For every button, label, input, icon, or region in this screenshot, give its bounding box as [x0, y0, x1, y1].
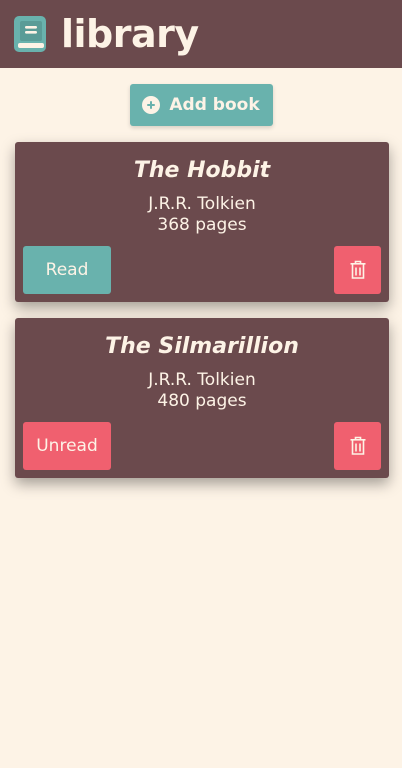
book-title: The Hobbit: [133, 158, 271, 183]
book-icon: [14, 16, 46, 52]
add-book-button[interactable]: Add book: [129, 84, 273, 126]
trash-icon: [350, 436, 365, 455]
trash-icon: [350, 260, 365, 279]
app-header: library: [0, 0, 402, 68]
book-card: The Hobbit J.R.R. Tolkien 368 pages Read: [15, 142, 389, 302]
plus-circle-icon: [142, 96, 161, 114]
delete-book-button[interactable]: [334, 246, 381, 294]
book-card: The Silmarillion J.R.R. Tolkien 480 page…: [15, 318, 389, 478]
book-author: J.R.R. Tolkien: [148, 194, 256, 214]
book-author: J.R.R. Tolkien: [148, 370, 256, 390]
delete-book-button[interactable]: [334, 422, 381, 470]
add-book-label: Add book: [169, 95, 260, 115]
read-status-button[interactable]: Unread: [23, 422, 111, 470]
book-title: The Silmarillion: [105, 334, 299, 359]
book-list: The Hobbit J.R.R. Tolkien 368 pages Read…: [0, 126, 402, 478]
toolbar: Add book: [0, 68, 402, 126]
book-pages: 368 pages: [157, 215, 247, 235]
book-pages: 480 pages: [157, 391, 247, 411]
app-title: library: [61, 12, 199, 56]
read-status-button[interactable]: Read: [23, 246, 111, 294]
